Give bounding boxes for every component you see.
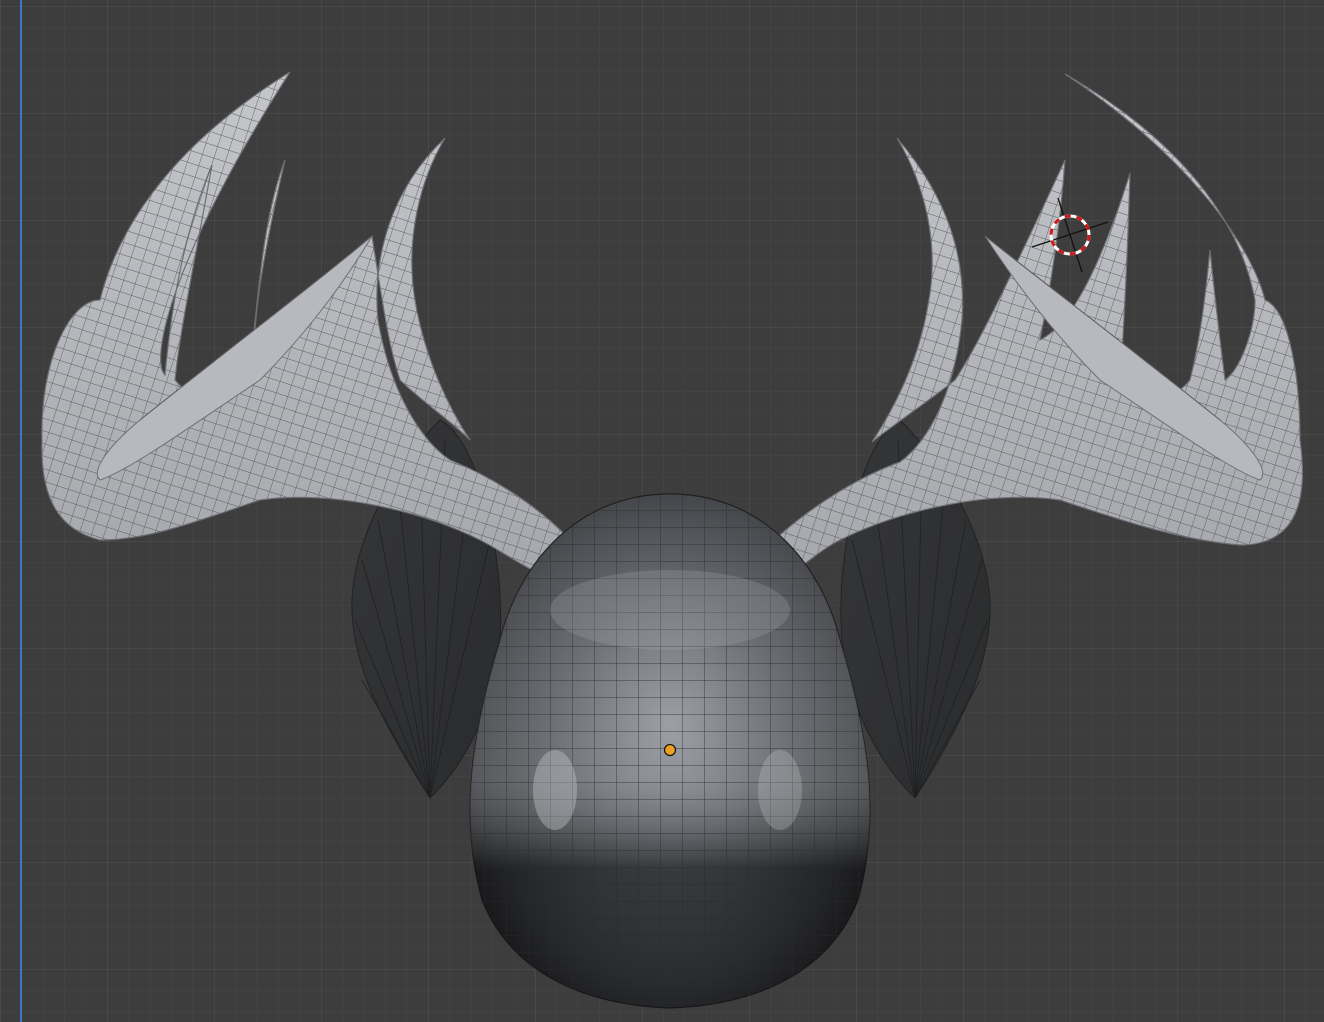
viewport-canvas[interactable] (0, 0, 1324, 1022)
origin-marker-icon[interactable] (663, 743, 677, 757)
3d-viewport[interactable] (0, 0, 1324, 1022)
